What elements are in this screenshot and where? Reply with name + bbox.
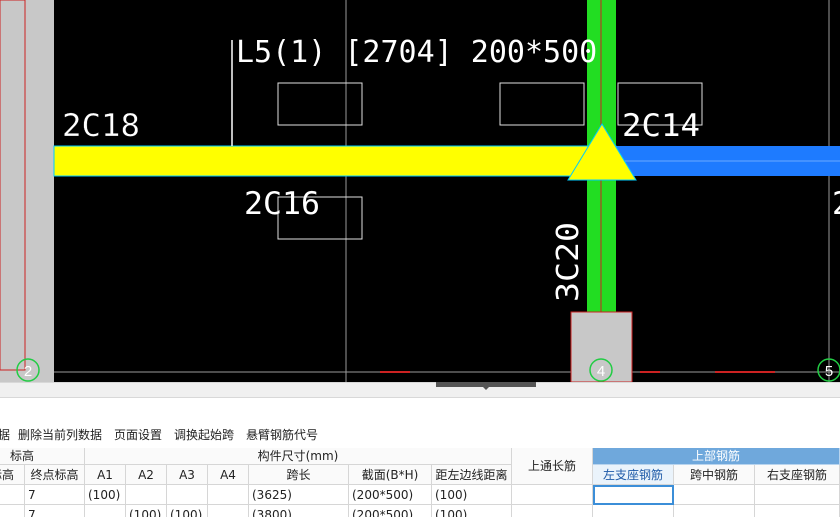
header-mid-span-rebar[interactable]: 跨中钢筋	[674, 465, 755, 485]
header-a4[interactable]: A4	[208, 465, 249, 485]
header-group-top-rebar: 上部钢筋	[593, 448, 840, 465]
toolbar-item-cantilever-code[interactable]: 悬臂钢筋代号	[246, 426, 318, 443]
cell-a2[interactable]: (100)	[126, 505, 167, 517]
cell-right-support-rebar[interactable]	[755, 505, 840, 517]
toolbar-item-swap-start-span[interactable]: 调换起始跨	[174, 426, 234, 443]
toolbar-item-delete-column-data[interactable]: 删除当前列数据	[18, 426, 102, 443]
header-group-elevation: 标高	[0, 448, 85, 465]
axis-bubble-middle-label: 4	[597, 363, 605, 380]
axis-bubble-right-label: 5	[825, 363, 833, 380]
beam-span-table: 标高 构件尺寸(mm) 上通长筋 上部钢筋 标高 终点标高 A1 A2 A3 A…	[0, 448, 840, 517]
cell-section-size[interactable]: (200*500)	[349, 505, 432, 517]
header-start-elevation[interactable]: 标高	[0, 465, 25, 485]
toolbar-item-page-setup[interactable]: 页面设置	[114, 426, 162, 443]
cell-a1[interactable]: (100)	[85, 485, 126, 505]
cell-span-length[interactable]: (3625)	[249, 485, 349, 505]
cell-right-support-rebar[interactable]	[755, 485, 840, 505]
rebar-label-column[interactable]: 3C20	[551, 222, 586, 302]
header-a3[interactable]: A3	[167, 465, 208, 485]
label-box-1	[277, 82, 363, 126]
header-group-dimensions: 构件尺寸(mm)	[85, 448, 512, 465]
cell-a4[interactable]	[208, 485, 249, 505]
cell-left-support-rebar-selected[interactable]	[593, 485, 674, 505]
header-a1[interactable]: A1	[85, 465, 126, 485]
cell-start-elevation[interactable]	[0, 485, 25, 505]
label-box-2	[499, 82, 585, 126]
header-end-elevation[interactable]: 终点标高	[25, 465, 85, 485]
cell-section-size[interactable]: (200*500)	[349, 485, 432, 505]
cell-a4[interactable]	[208, 505, 249, 517]
rebar-label-top-left[interactable]: 2C18	[62, 108, 140, 144]
splitter-collapse-icon[interactable]	[482, 386, 490, 390]
cell-mid-span-rebar[interactable]	[674, 485, 755, 505]
cad-drawing-canvas[interactable]: L5(1) [2704] 200*500 2C18 2C14 2C16 3C20…	[0, 0, 840, 382]
panel-splitter[interactable]	[0, 382, 840, 398]
yellow-beam-selected[interactable]	[53, 145, 617, 177]
header-edge-distance[interactable]: 距左边线距离	[432, 465, 512, 485]
cell-end-elevation[interactable]: 7	[25, 505, 85, 517]
axis-bubble-left-label: 2	[24, 363, 32, 380]
cell-span-length[interactable]: (3800)	[249, 505, 349, 517]
cell-a2[interactable]	[126, 485, 167, 505]
header-continuous-rebar[interactable]: 上通长筋	[512, 448, 593, 485]
table-toolbar: 据 删除当前列数据 页面设置 调换起始跨 悬臂钢筋代号	[0, 420, 840, 446]
beam-label-text[interactable]: L5(1) [2704] 200*500	[236, 35, 597, 70]
header-section-size[interactable]: 截面(B*H)	[349, 465, 432, 485]
cell-a3[interactable]	[167, 485, 208, 505]
cell-end-elevation[interactable]: 7	[25, 485, 85, 505]
cell-mid-span-rebar[interactable]	[674, 505, 755, 517]
rebar-label-bottom[interactable]: 2C16	[244, 186, 320, 222]
right-edge-digit: 2	[832, 186, 840, 222]
cell-a3[interactable]: (100)	[167, 505, 208, 517]
header-a2[interactable]: A2	[126, 465, 167, 485]
cell-edge-distance[interactable]: (100)	[432, 485, 512, 505]
cell-continuous-rebar[interactable]	[512, 485, 593, 505]
cell-continuous-rebar[interactable]	[512, 505, 593, 517]
cell-edge-distance[interactable]: (100)	[432, 505, 512, 517]
header-span-length[interactable]: 跨长	[249, 465, 349, 485]
header-right-support-rebar[interactable]: 右支座钢筋	[755, 465, 840, 485]
cell-a1[interactable]	[85, 505, 126, 517]
header-left-support-rebar[interactable]: 左支座钢筋	[593, 465, 674, 485]
left-column[interactable]	[0, 0, 54, 382]
rebar-label-top-right[interactable]: 2C14	[622, 108, 700, 144]
toolbar-item-data[interactable]: 据	[0, 426, 10, 443]
cell-left-support-rebar[interactable]	[593, 505, 674, 517]
cell-start-elevation[interactable]	[0, 505, 25, 517]
